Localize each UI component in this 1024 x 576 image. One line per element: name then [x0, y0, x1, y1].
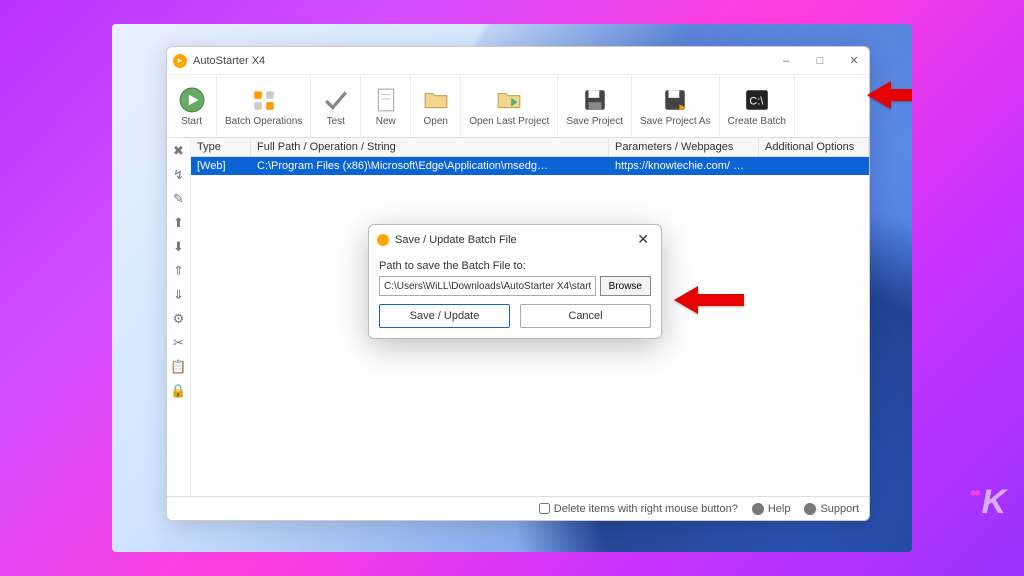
open-button[interactable]: Open [411, 75, 461, 137]
dialog-close-button[interactable]: ✕ [633, 231, 653, 248]
tool-delete[interactable]: ✖ [170, 142, 188, 160]
header-path[interactable]: Full Path / Operation / String [251, 138, 609, 156]
list-header: Type Full Path / Operation / String Para… [191, 138, 869, 157]
tool-copy[interactable]: 📋 [170, 358, 188, 376]
save-update-button[interactable]: Save / Update [379, 304, 510, 328]
new-button[interactable]: New [361, 75, 411, 137]
create-batch-button[interactable]: C:\ Create Batch [720, 75, 795, 137]
new-doc-icon [372, 86, 400, 114]
tool-up[interactable]: ⬆ [170, 214, 188, 232]
minimize-button[interactable]: – [777, 52, 795, 70]
save-as-icon [661, 86, 689, 114]
batch-ops-button[interactable]: Batch Operations [217, 75, 311, 137]
annotation-arrow-browse [674, 282, 744, 323]
save-as-button[interactable]: Save Project As [632, 75, 720, 137]
app-icon [173, 54, 187, 68]
header-params[interactable]: Parameters / Webpages [609, 138, 759, 156]
svg-text:C:\: C:\ [749, 95, 764, 107]
tool-settings[interactable]: ⚙ [170, 310, 188, 328]
delete-rmb-checkbox[interactable]: Delete items with right mouse button? [539, 503, 738, 515]
test-button[interactable]: Test [311, 75, 361, 137]
dialog-path-label: Path to save the Batch File to: [379, 260, 651, 272]
header-opts[interactable]: Additional Options [759, 138, 869, 156]
play-icon [178, 86, 206, 114]
batch-icon [250, 86, 278, 114]
watermark: K [970, 483, 1004, 522]
check-icon [322, 86, 350, 114]
maximize-button[interactable]: □ [811, 52, 829, 70]
save-project-button[interactable]: Save Project [558, 75, 632, 137]
tool-swap[interactable]: ↯ [170, 166, 188, 184]
tool-cut[interactable]: ✂ [170, 334, 188, 352]
start-button[interactable]: Start [167, 75, 217, 137]
tool-lock[interactable]: 🔒 [170, 382, 188, 400]
annotation-arrow-toolbar [867, 77, 912, 118]
dialog-icon [377, 234, 389, 246]
tool-down[interactable]: ⬇ [170, 238, 188, 256]
titlebar: AutoStarter X4 – □ ✕ [167, 47, 869, 75]
help-link[interactable]: Help [752, 503, 791, 515]
help-icon [752, 503, 764, 515]
cancel-button[interactable]: Cancel [520, 304, 651, 328]
close-window-button[interactable]: ✕ [845, 52, 863, 70]
terminal-icon: C:\ [743, 86, 771, 114]
browse-button[interactable]: Browse [600, 276, 651, 296]
tool-top[interactable]: ⇑ [170, 262, 188, 280]
header-type[interactable]: Type [191, 138, 251, 156]
toolbar: Start Batch Operations Test New Open Ope… [167, 75, 869, 138]
open-last-button[interactable]: Open Last Project [461, 75, 558, 137]
window-title: AutoStarter X4 [193, 55, 777, 67]
desktop-wallpaper: AutoStarter X4 – □ ✕ Start Batch Operati… [112, 24, 912, 552]
support-icon [804, 503, 816, 515]
side-toolbar: ✖ ↯ ✎ ⬆ ⬇ ⇑ ⇓ ⚙ ✂ 📋 🔒 [167, 138, 191, 496]
save-batch-dialog: Save / Update Batch File ✕ Path to save … [368, 224, 662, 339]
list-row[interactable]: [Web] C:\Program Files (x86)\Microsoft\E… [191, 157, 869, 175]
tool-bottom[interactable]: ⇓ [170, 286, 188, 304]
dialog-title: Save / Update Batch File [395, 234, 633, 246]
folder-arrow-icon [495, 86, 523, 114]
tool-edit[interactable]: ✎ [170, 190, 188, 208]
support-link[interactable]: Support [804, 503, 859, 515]
folder-open-icon [422, 86, 450, 114]
batch-path-input[interactable] [379, 276, 596, 296]
status-bar: Delete items with right mouse button? He… [167, 496, 869, 520]
save-icon [581, 86, 609, 114]
